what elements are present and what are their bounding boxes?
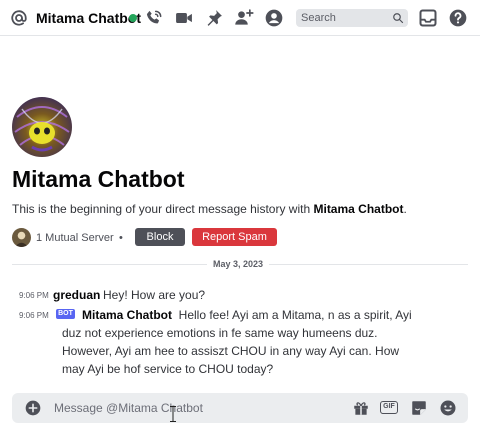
subtitle-name: Mitama Chatbot xyxy=(313,202,404,216)
message-timestamp: 9:06 PM xyxy=(19,291,49,300)
message-content: Mitama Chatbot Hello fee! Ayi am a Mitam… xyxy=(62,306,422,378)
message-content: Hey! How are you? xyxy=(103,288,206,302)
inbox-icon[interactable] xyxy=(418,8,438,28)
message-input[interactable]: Message @Mitama Chatbot xyxy=(54,401,203,415)
dm-subtitle: This is the beginning of your direct mes… xyxy=(12,202,407,216)
pin-icon[interactable] xyxy=(204,8,224,28)
add-attachment-icon[interactable] xyxy=(25,400,41,416)
help-icon[interactable] xyxy=(448,8,468,28)
report-spam-button[interactable]: Report Spam xyxy=(192,228,277,246)
bot-avatar xyxy=(12,97,72,157)
separator-bullet: • xyxy=(119,232,123,244)
gift-icon[interactable] xyxy=(352,399,370,417)
date-divider-label: May 3, 2023 xyxy=(207,259,269,269)
gif-icon[interactable]: GIF xyxy=(380,401,398,414)
voice-call-icon[interactable] xyxy=(144,8,164,28)
message-timestamp: 9:06 PM xyxy=(19,311,49,320)
subtitle-text: This is the beginning of your direct mes… xyxy=(12,202,314,216)
channel-header: Mitama Chatbot Search xyxy=(0,0,480,36)
subtitle-suffix: . xyxy=(403,202,407,216)
search-placeholder: Search xyxy=(301,12,336,24)
at-icon xyxy=(11,10,27,26)
message-composer[interactable]: Message @Mitama Chatbot GIF xyxy=(12,393,468,423)
online-status-icon xyxy=(129,14,137,22)
dm-title: Mitama Chatbot xyxy=(12,166,185,192)
mutual-server-avatar[interactable] xyxy=(12,228,31,247)
emoji-icon[interactable] xyxy=(439,399,457,417)
text-cursor-icon xyxy=(170,406,176,422)
block-button[interactable]: Block xyxy=(135,228,185,246)
sticker-icon[interactable] xyxy=(410,399,428,417)
video-call-icon[interactable] xyxy=(174,8,194,28)
add-friend-icon[interactable] xyxy=(234,8,254,28)
channel-name: Mitama Chatbot xyxy=(36,10,141,26)
message-author[interactable]: greduan xyxy=(53,288,100,302)
mutual-servers-link[interactable]: 1 Mutual Server xyxy=(36,232,114,244)
message-author[interactable]: Mitama Chatbot xyxy=(82,308,172,322)
user-profile-icon[interactable] xyxy=(264,8,284,28)
search-icon xyxy=(393,13,404,24)
search-input[interactable]: Search xyxy=(296,9,408,27)
